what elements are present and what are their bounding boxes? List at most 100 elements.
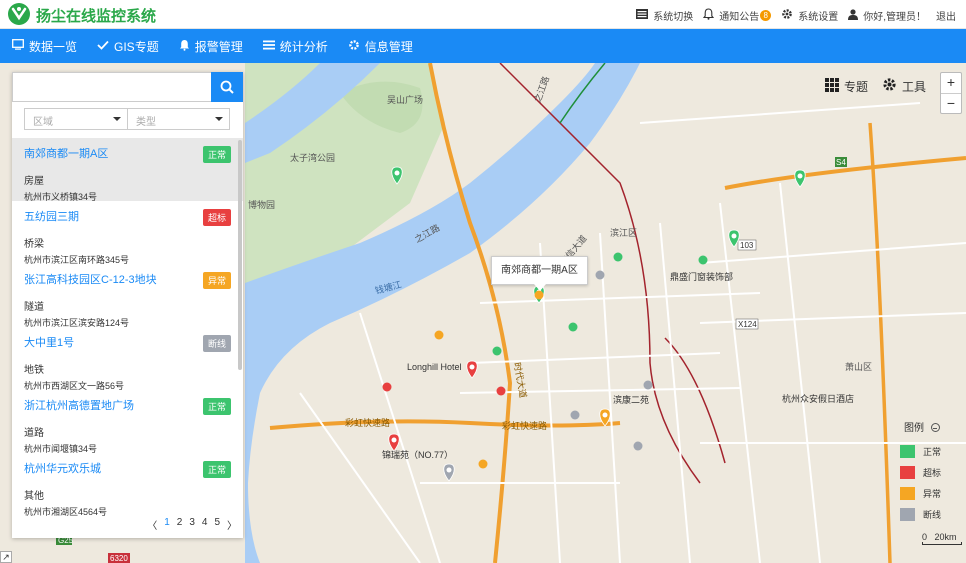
legend-swatch-abnormal [900,487,915,500]
nav-data-overview-label: 数据一览 [29,39,78,54]
search-icon [220,80,234,94]
site-marker-dot-over[interactable] [382,382,392,392]
site-list: 南郊商都一期A区 房屋 杭州市义桥镇34号 正常 五纺园三期 桥梁 杭州市滨江区… [12,138,243,518]
site-item[interactable]: 张江高科技园区C-12-3地块 隧道 杭州市滨江区滨安路124号 异常 [12,264,243,328]
search-button[interactable] [211,72,243,102]
site-marker-dot-abnormal[interactable] [478,459,488,469]
site-marker-dot-normal[interactable] [492,346,502,356]
site-marker-dot-normal[interactable] [613,252,623,262]
next-page-button[interactable]: 〉 [227,517,237,532]
legend-swatch-over [900,466,915,479]
map-label-103: 103 [740,241,754,250]
site-name[interactable]: 张江高科技园区C-12-3地块 [24,271,231,287]
app-title: 扬尘在线监控系统 [36,8,157,25]
site-marker-dot-normal[interactable] [568,322,578,332]
legend-title: 图例 [904,419,940,434]
monitor-icon [12,39,24,53]
site-marker-dot-offline[interactable] [570,410,580,420]
map-label-hubin: 杭州众安假日酒店 [782,393,854,404]
site-marker-dot-abnormal[interactable] [434,330,444,340]
nav-gis[interactable]: GIS专题 [97,29,159,63]
nav-alarm-label: 报警管理 [194,39,243,54]
system-settings-label: 系统设置 [798,12,839,23]
marker-pin-hole [446,467,452,473]
grid-icon[interactable] [824,77,839,95]
map-label-s4: S4 [836,158,846,167]
zoom-in-button[interactable]: + [941,73,961,93]
map-label-longhill: Longhill Hotel [407,362,462,372]
map-label-xiaoshan: 萧山区 [845,361,872,372]
gear-icon [781,8,793,23]
site-item[interactable]: 南郊商都一期A区 房屋 杭州市义桥镇34号 正常 [12,138,243,202]
page-2-button[interactable]: 2 [177,517,183,532]
region-select[interactable]: 区域 [24,108,128,130]
legend-item-offline: 断线 [900,508,941,521]
legend-item-abnormal: 异常 [900,487,941,500]
nav-gis-label: GIS专题 [114,39,159,54]
user-greeting-label: 你好,管理员！ [863,12,926,23]
site-name[interactable]: 五纺园三期 [24,208,231,224]
site-name[interactable]: 浙江杭州高德置地广场 [24,397,231,413]
site-name[interactable]: 大中里1号 [24,334,231,350]
marker-pin-hole [391,437,397,443]
site-item[interactable]: 浙江杭州高德置地广场 道路 杭州市闻堰镇34号 正常 [12,390,243,454]
site-marker-dot-normal[interactable] [698,255,708,265]
nav-statistics-label: 统计分析 [279,39,328,54]
site-item[interactable]: 大中里1号 地铁 杭州市西湖区文一路56号 断线 [12,327,243,391]
site-marker-dot-abnormal[interactable] [534,290,544,300]
notice-link[interactable]: 通知公告 8 [703,8,772,23]
logout-link[interactable]: 退出 [936,8,956,23]
legend-swatch-normal [900,445,915,458]
map-label-taiziwan: 太子湾公园 [290,152,335,163]
logout-label: 退出 [936,12,956,23]
status-badge: 正常 [202,146,231,163]
map-label-binkang: 滨康二苑 [613,394,649,405]
nav-data-overview[interactable]: 数据一览 [12,29,77,63]
nav-info[interactable]: 信息管理 [348,29,413,63]
system-switch-link[interactable]: 系统切换 [636,8,693,23]
site-name[interactable]: 杭州华元欢乐城 [24,460,231,476]
map-label-wushan: 吴山广场 [387,94,423,105]
site-marker-dot-offline[interactable] [643,380,653,390]
site-marker-dot-offline[interactable] [633,441,643,451]
site-name[interactable]: 南郊商都一期A区 [24,145,231,161]
chevron-down-icon [215,117,223,121]
topic-button[interactable]: 专题 [844,78,868,95]
page-1-button[interactable]: 1 [164,517,170,532]
map-label-museum: 博物园 [248,199,275,210]
settings-cog-icon[interactable] [882,77,897,95]
expand-corner-icon[interactable]: ↗ [0,551,12,563]
type-select[interactable]: 类型 [127,108,230,130]
site-item[interactable]: 杭州华元欢乐城 其他 杭州市湘湖区4564号 正常 [12,453,243,517]
legend-item-over: 超标 [900,466,941,479]
nav-alarm[interactable]: 报警管理 [179,29,243,63]
check-icon [97,39,109,53]
site-popup: 南郊商都一期A区 [491,256,588,291]
marker-pin-hole [731,233,737,239]
system-settings-link[interactable]: 系统设置 [781,8,838,23]
site-search-input[interactable] [12,72,211,102]
zoom-out-button[interactable]: − [941,93,961,113]
site-marker-dot-over[interactable] [496,386,506,396]
map-label-caihong-2: 彩虹快速路 [502,420,547,431]
page-4-button[interactable]: 4 [202,517,208,532]
list-scrollbar[interactable] [238,140,242,370]
prev-page-button[interactable]: 〈 [147,517,157,532]
site-marker-dot-offline[interactable] [595,270,605,280]
site-item[interactable]: 五纺园三期 桥梁 杭州市滨江区南环路345号 超标 [12,201,243,265]
map-legend: 图例 正常 超标 异常 断线 [898,413,958,526]
top-bar: 扬尘在线监控系统 系统切换 通知公告 8 系统设置 你好,管理员！ 退出 [0,0,966,29]
marker-pin-hole [394,170,400,176]
top-actions: 系统切换 通知公告 8 系统设置 你好,管理员！ 退出 [626,8,956,23]
marker-pin-hole [469,364,475,370]
map-label-x124: X124 [738,320,757,329]
nav-statistics[interactable]: 统计分析 [262,29,328,63]
main-nav: 数据一览 GIS专题 报警管理 统计分析 信息管理 [0,29,966,63]
page-5-button[interactable]: 5 [214,517,220,532]
notice-count-badge: 8 [760,10,772,21]
page-3-button[interactable]: 3 [189,517,195,532]
legend-collapse-icon[interactable] [930,423,940,432]
map-scale: 0 20km [922,532,962,545]
user-greeting[interactable]: 你好,管理员！ [848,8,926,23]
tools-button[interactable]: 工具 [902,78,926,95]
